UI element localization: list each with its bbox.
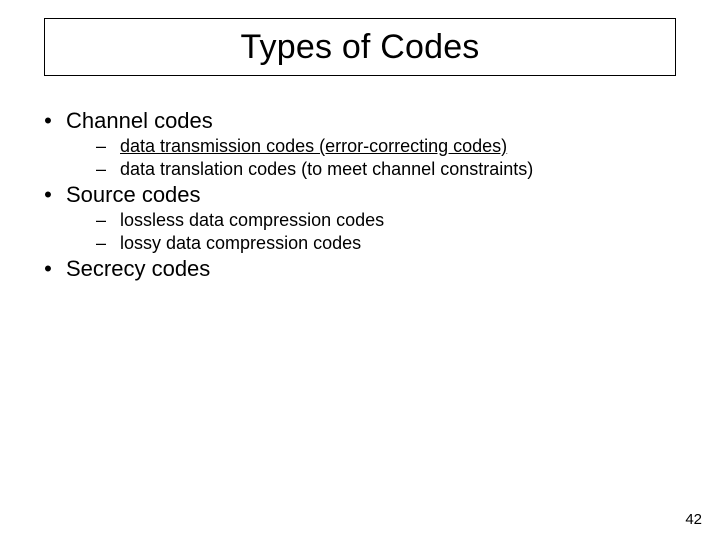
bullet-icon: • (30, 182, 66, 208)
dash-icon: – (96, 233, 120, 254)
bullet-icon: • (30, 108, 66, 134)
subbullet-transmission: – data transmission codes (error-correct… (96, 136, 680, 157)
dash-icon: – (96, 159, 120, 180)
subbullet-lossy-text: lossy data compression codes (120, 233, 361, 254)
bullet-channel-label: Channel codes (66, 108, 213, 134)
title-box: Types of Codes (44, 18, 676, 76)
bullet-source-label: Source codes (66, 182, 201, 208)
slide-title: Types of Codes (240, 28, 479, 66)
dash-icon: – (96, 210, 120, 231)
bullet-secrecy-label: Secrecy codes (66, 256, 210, 282)
bullet-secrecy: • Secrecy codes (30, 256, 680, 282)
bullet-channel: • Channel codes (30, 108, 680, 134)
bullet-icon: • (30, 256, 66, 282)
slide: Types of Codes • Channel codes – data tr… (0, 0, 720, 540)
subbullet-translation-text: data translation codes (to meet channel … (120, 159, 533, 180)
subbullet-lossy: – lossy data compression codes (96, 233, 680, 254)
page-number: 42 (685, 511, 702, 528)
subbullet-transmission-text: data transmission codes (error-correctin… (120, 136, 507, 157)
body-content: • Channel codes – data transmission code… (30, 106, 680, 284)
subbullet-translation: – data translation codes (to meet channe… (96, 159, 680, 180)
bullet-source: • Source codes (30, 182, 680, 208)
subbullet-lossless: – lossless data compression codes (96, 210, 680, 231)
dash-icon: – (96, 136, 120, 157)
subbullet-lossless-text: lossless data compression codes (120, 210, 384, 231)
